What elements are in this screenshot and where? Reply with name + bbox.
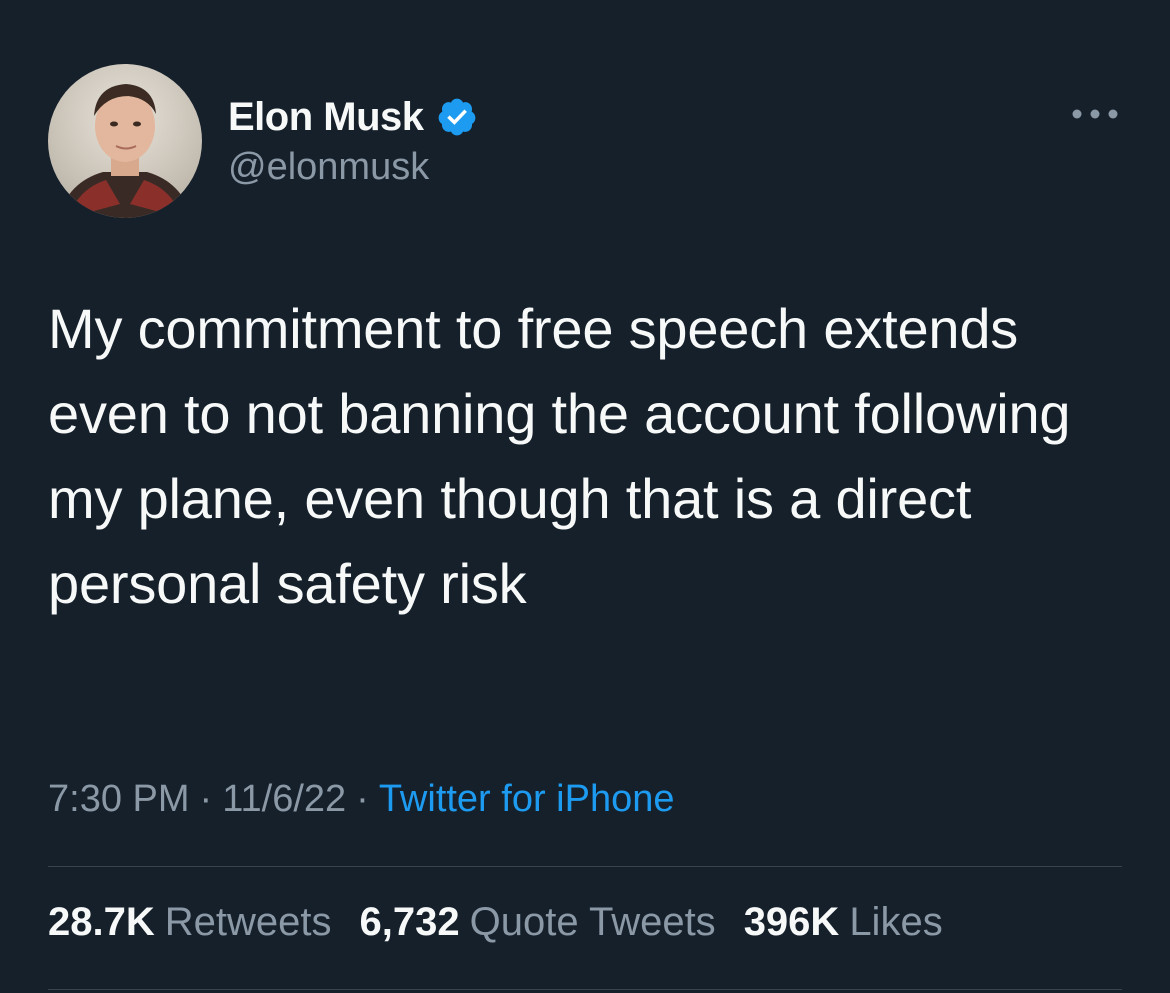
meta-separator: · bbox=[199, 778, 213, 820]
tweet-meta: 7:30 PM · 11/6/22 · Twitter for iPhone bbox=[48, 778, 675, 821]
tweet-date[interactable]: 11/6/22 bbox=[222, 778, 346, 820]
quote-tweets-count: 6,732 bbox=[359, 900, 460, 944]
ellipsis-icon bbox=[1072, 109, 1118, 119]
likes-label: Likes bbox=[849, 900, 943, 944]
retweets-stat[interactable]: 28.7K Retweets bbox=[48, 900, 332, 945]
display-name-row: Elon Musk bbox=[228, 92, 478, 142]
tweet-header: Elon Musk @elonmusk bbox=[48, 64, 1122, 220]
tweet-text: My commitment to free speech extends eve… bbox=[48, 297, 1071, 615]
quote-tweets-label: Quote Tweets bbox=[469, 900, 716, 944]
likes-stat[interactable]: 396K Likes bbox=[744, 900, 943, 945]
likes-count: 396K bbox=[743, 900, 840, 944]
retweets-label: Retweets bbox=[164, 900, 332, 944]
author-avatar[interactable] bbox=[48, 64, 202, 218]
author-names: Elon Musk @elonmusk bbox=[228, 92, 478, 189]
quote-tweets-stat[interactable]: 6,732 Quote Tweets bbox=[360, 900, 716, 945]
meta-separator: · bbox=[356, 778, 369, 820]
more-options-button[interactable] bbox=[1068, 102, 1122, 126]
tweet-stats: 28.7K Retweets 6,732 Quote Tweets 396K Like… bbox=[48, 900, 943, 945]
tweet-time[interactable]: 7:30 PM bbox=[48, 778, 190, 820]
author-display-name[interactable]: Elon Musk bbox=[228, 95, 424, 140]
tweet-source-link[interactable]: Twitter for iPhone bbox=[379, 778, 675, 820]
avatar-image bbox=[48, 64, 202, 218]
verified-badge-icon bbox=[436, 96, 478, 138]
author-handle[interactable]: @elonmusk bbox=[228, 146, 478, 189]
retweets-count: 28.7K bbox=[48, 900, 155, 944]
divider bbox=[48, 866, 1122, 867]
tweet-card: Elon Musk @elonmusk My commitment to fre… bbox=[0, 0, 1170, 993]
divider bbox=[48, 989, 1122, 990]
